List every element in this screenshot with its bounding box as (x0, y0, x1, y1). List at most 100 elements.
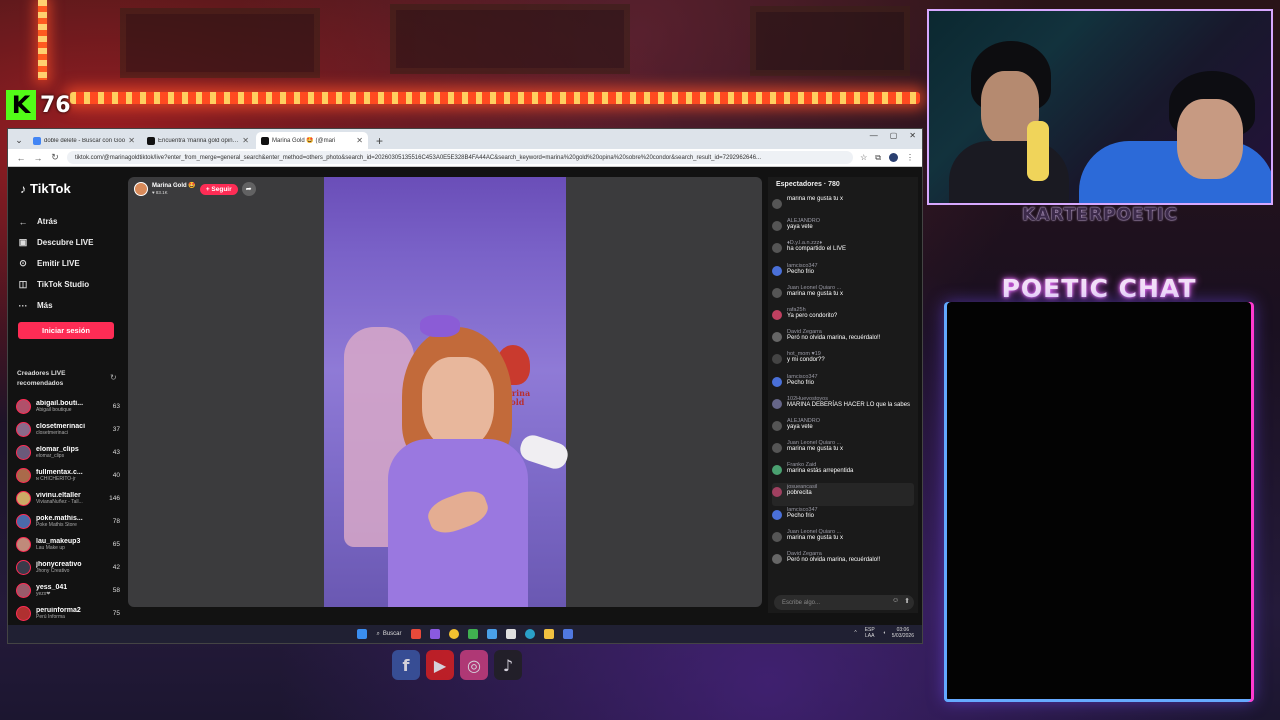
creator-item[interactable]: closetmerinaci closetmerinaci 37 (16, 418, 120, 441)
creator-name: jhonycreativo (36, 561, 82, 568)
app-icon[interactable] (410, 629, 421, 639)
follow-button[interactable]: + Seguir (199, 183, 238, 195)
chat-message[interactable]: lamcisco347 Pecho frio (772, 373, 914, 395)
nav-back[interactable]: ← Atrás (17, 211, 122, 232)
host-name[interactable]: Marina Gold 🤩 (152, 183, 196, 190)
edge-icon[interactable] (524, 629, 535, 639)
extensions-icon[interactable]: ⧉ (875, 153, 881, 163)
browser-tab[interactable]: doble delete - Buscar con Goo ✕ (28, 132, 140, 149)
tiktok-logo-text: TikTok (30, 181, 71, 196)
chat-message[interactable]: ALEJANDRO yaya vete (772, 217, 914, 239)
app-icon[interactable] (486, 629, 497, 639)
tiktok-sidebar: ♪ TikTok ← Atrás ▣ Descubre LIVE ⊙ Emiti… (8, 167, 126, 625)
close-icon[interactable]: ✕ (356, 136, 363, 145)
creator-item[interactable]: abigail.bouti... Abigail boutique 63 (16, 395, 120, 418)
chat-message[interactable]: ♦D.y.l.a.n.zzz♦ ha compartido el LIVE (772, 239, 914, 261)
chat-message[interactable]: Juan Leonel Quiaro ... marina me gusta tu… (772, 284, 914, 306)
tiktok-logo[interactable]: ♪ TikTok (20, 181, 71, 196)
chat-message[interactable]: rafa25h Ya pero condorito? (772, 306, 914, 328)
close-window-icon[interactable]: ✕ (909, 131, 916, 140)
chat-message[interactable]: 102Huevostoyos MARINA DEBERÍAS HACER LO q… (772, 395, 914, 417)
share-icon[interactable]: ➦ (241, 182, 256, 196)
chat-message[interactable]: ALEJANDRO yaya vete (772, 417, 914, 439)
app-icon[interactable] (429, 629, 440, 639)
maximize-icon[interactable]: ▢ (890, 131, 898, 140)
nav-discover-live[interactable]: ▣ Descubre LIVE (17, 232, 122, 253)
chat-message[interactable]: lamcisco347 Pecho frio (772, 262, 914, 284)
taskbar-search[interactable]: ⌕ Buscar (376, 631, 401, 638)
menu-dots-icon[interactable]: ⋮ (906, 153, 914, 162)
chat-message[interactable]: Franko Zaid marina estás arrepentida (772, 461, 914, 483)
creator-item[interactable]: jhonycreativo Jhony Creativo 42 (16, 556, 120, 579)
chat-message[interactable]: lamcisco347 Pecho frio (772, 506, 914, 528)
creator-item[interactable]: fullmentax.c... ɴ CHICHERITO-jr 40 (16, 464, 120, 487)
chat-text: MARINA DEBERÍAS HACER LO que la sabes (787, 401, 911, 408)
chat-message[interactable]: David Zegarra Peró no olvida marina, recu… (772, 550, 914, 572)
chat-text: Pecho frio (787, 268, 815, 275)
nav-go-live[interactable]: ⊙ Emitir LIVE (17, 253, 122, 274)
windows-start-icon[interactable] (357, 629, 368, 639)
chat-message[interactable]: hot_mom ♥19 y mi condor?? (772, 350, 914, 372)
folder-icon[interactable] (543, 629, 554, 639)
chat-text: Peró no olvida marina, recuérdalo!! (787, 335, 881, 342)
chat-message[interactable]: Juan Leonel Quiaro ... marina me gusta tu… (772, 439, 914, 461)
browser-tab[interactable]: Encuentra 'marina gold opina s ✕ (142, 132, 254, 149)
volume-icon[interactable]: ◖ (883, 630, 886, 636)
login-button[interactable]: Iniciar sesión (18, 322, 114, 339)
creator-viewer-count: 65 (112, 541, 120, 548)
live-video-player[interactable]: Marina Gold Marina Gold 🤩 ♥ 83.1K + Segu… (128, 177, 762, 607)
send-icon[interactable]: ⬆ (904, 597, 910, 605)
app-icon[interactable] (505, 629, 516, 639)
creator-item[interactable]: yess_041 yezx❤ 58 (16, 579, 120, 602)
creator-avatar (16, 468, 31, 483)
creator-item[interactable]: vivinu.eltaller VivianaNuñez - Tall... 146 (16, 487, 120, 510)
refresh-icon[interactable]: ↻ (110, 373, 117, 382)
chat-text: marina me gusta tu x (787, 196, 844, 202)
url-input[interactable]: tiktok.com/@marinagoldtiktok/live?enter_… (67, 151, 854, 164)
emoji-icon[interactable]: ☺ (892, 597, 899, 605)
chat-message[interactable]: josueancasil pobrecita (772, 483, 914, 506)
app-icon[interactable] (467, 629, 478, 639)
nav-more[interactable]: ··· Más (17, 295, 122, 316)
viewers-header[interactable]: Espectadores · 780 (776, 181, 840, 188)
browser-tab-active[interactable]: Marina Gold 🤩 (@mari ✕ (256, 132, 368, 149)
studio-icon: ◫ (18, 279, 28, 289)
chevron-up-icon[interactable]: ^ (854, 630, 856, 636)
search-icon: ⌕ (376, 630, 380, 637)
tiktok-icon (147, 136, 155, 145)
back-icon[interactable]: ← (16, 153, 26, 163)
chrome-icon[interactable] (448, 629, 459, 639)
host-text: Marina Gold 🤩 ♥ 83.1K (152, 183, 196, 195)
forward-icon[interactable]: → (33, 153, 43, 163)
creator-item[interactable]: elomar_clips elomar_clips 43 (16, 441, 120, 464)
minimize-icon[interactable]: — (870, 131, 878, 140)
creator-name: peruinforma2 (36, 607, 81, 614)
nav-tiktok-studio[interactable]: ◫ TikTok Studio (17, 274, 122, 295)
profile-avatar[interactable] (889, 153, 898, 162)
clock[interactable]: 03:06 5/03/2026 (892, 627, 914, 639)
creator-item[interactable]: peruinforma2 Perú Informa 75 (16, 602, 120, 625)
lang-indicator[interactable]: ESP LAA (863, 627, 877, 639)
chat-message[interactable]: David Zegarra Peró no olvida marina, recu… (772, 328, 914, 350)
chat-input[interactable]: Escribe algo... ☺ ⬆ (774, 595, 914, 610)
window-controls: — ▢ ✕ (870, 131, 916, 140)
close-icon[interactable]: ✕ (242, 136, 249, 145)
creator-avatar (16, 399, 31, 414)
creator-item[interactable]: lau_makeup3 Lau Make up 65 (16, 533, 120, 556)
chat-message[interactable]: marina me gusta tu x (772, 195, 914, 217)
creator-subtitle: Abigail boutique (36, 407, 72, 413)
creator-item[interactable]: poke.mathis... Poke Mathis Store 78 (16, 510, 120, 533)
new-tab-button[interactable]: + (370, 132, 389, 149)
chat-message[interactable]: Juan Leonel Quiaro ... marina me gusta tu… (772, 528, 914, 550)
bookmark-star-icon[interactable]: ☆ (860, 153, 867, 162)
close-icon[interactable]: ✕ (128, 136, 135, 145)
kick-logo-icon: K (6, 90, 36, 120)
reload-icon[interactable]: ↻ (50, 152, 60, 163)
creator-avatar (16, 560, 31, 575)
host-avatar[interactable] (134, 182, 148, 196)
clock-date: 5/03/2026 (891, 633, 914, 639)
app-icon[interactable] (562, 629, 573, 639)
chat-avatar (772, 309, 782, 320)
tab-search-icon[interactable]: ⌄ (12, 131, 26, 149)
nav-label: Emitir LIVE (37, 259, 80, 268)
